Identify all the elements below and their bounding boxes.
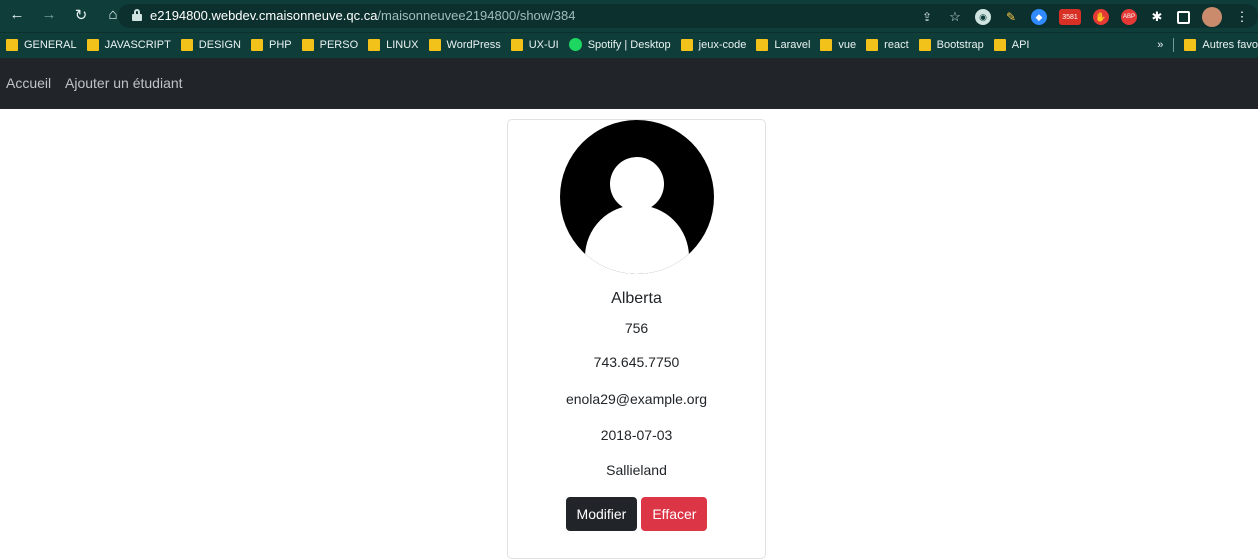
bookmark-item[interactable]: DESIGN: [180, 38, 241, 51]
bookmark-item[interactable]: PHP: [250, 38, 292, 51]
bookmark-label: UX-UI: [528, 38, 559, 51]
browser-toolbar: ← → ↻ ⌂ e2194800.webdev.cmaisonneuve.qc.…: [0, 0, 1258, 32]
address-bar[interactable]: e2194800.webdev.cmaisonneuve.qc.ca/maiso…: [118, 4, 1258, 28]
bookmark-label: GENERAL: [24, 38, 77, 51]
student-email: enola29@example.org: [565, 391, 708, 407]
bookmark-item[interactable]: LINUX: [368, 38, 419, 51]
bookmark-label: Spotify | Desktop: [587, 38, 671, 51]
browser-nav-buttons: ← → ↻ ⌂: [8, 6, 122, 24]
bookmark-label: PERSO: [319, 38, 359, 51]
folder-icon: [250, 38, 263, 51]
card-actions: Modifier Effacer: [508, 497, 765, 531]
mail-badge-icon[interactable]: 3581: [1059, 9, 1081, 25]
drop-icon[interactable]: ◆: [1031, 9, 1047, 25]
spotify-icon: [568, 38, 582, 51]
bookmarks-bar: GENERAL JAVASCRIPT DESIGN PHP PERSO LINUX Word…: [0, 32, 1258, 58]
url-text: e2194800.webdev.cmaisonneuve.qc.ca/maiso…: [150, 8, 575, 23]
bookmark-item[interactable]: Spotify | Desktop: [568, 38, 671, 51]
bookmark-item[interactable]: API: [993, 38, 1030, 51]
bookmark-item[interactable]: react: [866, 38, 909, 51]
folder-icon: [368, 38, 381, 51]
reload-icon[interactable]: ↻: [72, 6, 90, 24]
bookmark-label: LINUX: [386, 38, 419, 51]
folder-icon: [180, 38, 193, 51]
student-number: 756: [624, 320, 649, 336]
bookmark-label: JAVASCRIPT: [104, 38, 171, 51]
sidepanel-icon[interactable]: [1177, 10, 1190, 24]
share-icon[interactable]: ⇪: [919, 9, 935, 25]
pencil-icon[interactable]: ✎: [1003, 9, 1019, 25]
delete-button[interactable]: Effacer: [641, 497, 708, 531]
puzzle-icon[interactable]: ✱: [1149, 9, 1165, 25]
folder-icon: [680, 38, 693, 51]
bookmark-label: WordPress: [446, 38, 501, 51]
student-phone: 743.645.7750: [593, 354, 680, 370]
folder-icon: [428, 38, 441, 51]
menu-kebab-icon[interactable]: ⋮: [1234, 9, 1250, 25]
student-date: 2018-07-03: [600, 427, 673, 443]
folder-icon: [993, 38, 1006, 51]
nav-link-home[interactable]: Accueil: [6, 75, 51, 91]
mail-badge-count: 3581: [1062, 13, 1078, 21]
bookmark-label: jeux-code: [698, 38, 747, 51]
app-navbar: Accueil Ajouter un étudiant: [0, 58, 1258, 109]
folder-icon: [6, 38, 18, 51]
bookmark-label: PHP: [268, 38, 292, 51]
adblock-icon[interactable]: ABP: [1121, 9, 1137, 25]
extensions-area: ⇪ ☆ ◉ ✎ ◆ 3581 ✋ ABP ✱ ⋮: [919, 7, 1250, 27]
bookmark-other-label: Autres favo: [1202, 39, 1258, 51]
bookmark-label: react: [884, 38, 909, 51]
url-host: e2194800.webdev.cmaisonneuve.qc.ca: [150, 8, 378, 23]
camera-icon[interactable]: ◉: [975, 9, 991, 25]
bookmark-label: API: [1011, 38, 1030, 51]
bookmark-label: Laravel: [774, 38, 811, 51]
star-icon[interactable]: ☆: [947, 9, 963, 25]
folder-icon: [756, 38, 769, 51]
folder-icon: [918, 38, 931, 51]
forward-arrow-icon[interactable]: →: [40, 6, 58, 24]
lock-icon: [132, 9, 142, 21]
student-name: Alberta: [611, 290, 662, 307]
bookmark-item[interactable]: PERSO: [301, 38, 359, 51]
bookmark-item[interactable]: WordPress: [428, 38, 501, 51]
bookmarks-list: GENERAL JAVASCRIPT DESIGN PHP PERSO LINUX Word…: [6, 38, 1029, 51]
student-city: Sallieland: [606, 462, 667, 478]
hand-icon[interactable]: ✋: [1093, 9, 1109, 25]
folder-icon: [86, 38, 99, 51]
folder-icon: [301, 38, 314, 51]
profile-avatar-icon[interactable]: [1202, 7, 1222, 27]
edit-button[interactable]: Modifier: [565, 497, 638, 531]
bookmarks-overflow-button[interactable]: »: [1157, 39, 1163, 51]
bookmark-item[interactable]: UX-UI: [510, 38, 559, 51]
bookmark-item[interactable]: Laravel: [756, 38, 810, 51]
bookmark-item[interactable]: jeux-code: [680, 38, 747, 51]
bookmark-item[interactable]: GENERAL: [6, 38, 77, 51]
bookmark-other[interactable]: Autres favo: [1184, 39, 1258, 51]
nav-link-add-student[interactable]: Ajouter un étudiant: [65, 75, 183, 91]
bookmark-label: Bootstrap: [936, 38, 984, 51]
user-avatar-icon: [560, 120, 714, 274]
bookmark-label: DESIGN: [198, 38, 241, 51]
bookmark-label: vue: [838, 38, 857, 51]
bookmark-item[interactable]: Bootstrap: [918, 38, 984, 51]
url-path: /maisonneuvee2194800/show/384: [377, 8, 576, 23]
bookmark-item[interactable]: vue: [820, 38, 856, 51]
bookmarks-separator: [1173, 38, 1175, 52]
folder-icon: [866, 38, 879, 51]
back-arrow-icon[interactable]: ←: [8, 6, 26, 24]
folder-icon: [510, 38, 523, 51]
folder-icon: [1184, 39, 1197, 51]
bookmarks-right: » Autres favo: [1157, 38, 1258, 52]
student-card: Alberta 756 743.645.7750 enola29@example…: [507, 119, 766, 559]
bookmark-item[interactable]: JAVASCRIPT: [86, 38, 171, 51]
folder-icon: [820, 38, 833, 51]
